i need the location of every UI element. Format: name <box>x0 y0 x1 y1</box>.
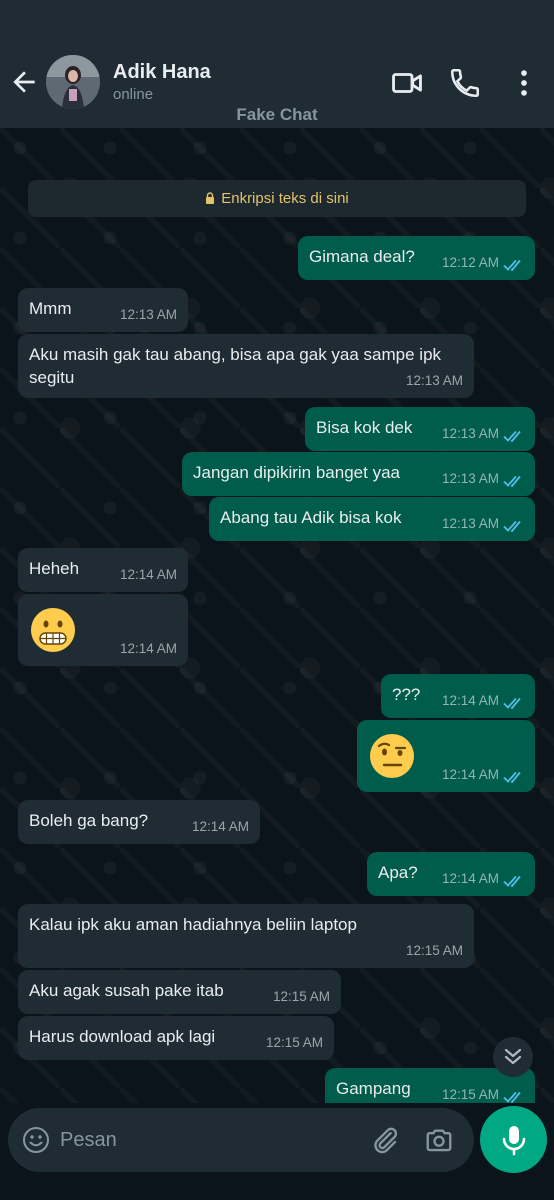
more-options-icon[interactable] <box>507 66 541 100</box>
read-ticks-icon <box>503 875 521 888</box>
message-time: 12:12 AM <box>441 255 499 270</box>
message-bubble-incoming[interactable]: Mmm 12:13 AM <box>18 288 188 332</box>
message-time: 12:14 AM <box>441 767 499 782</box>
message-text: ??? <box>392 685 421 704</box>
read-ticks-icon <box>503 520 521 533</box>
fake-chat-label: Fake Chat <box>236 105 318 124</box>
message-text: Gimana deal? <box>309 247 415 266</box>
contact-name[interactable]: Adik Hana <box>113 61 211 84</box>
raised-eyebrow-face-icon <box>370 734 414 778</box>
status-bar <box>0 0 554 44</box>
message-time: 12:15 AM <box>265 1035 323 1050</box>
message-bubble-outgoing[interactable]: 12:14 AM <box>357 720 535 792</box>
read-ticks-icon <box>503 430 521 443</box>
encryption-text: Enkripsi teks di sini <box>221 190 349 207</box>
message-text: Boleh ga bang? <box>29 811 149 830</box>
mic-icon <box>502 1126 526 1156</box>
camera-icon[interactable] <box>424 1125 454 1155</box>
message-bubble-outgoing[interactable]: Gimana deal? 12:12 AM <box>298 236 535 280</box>
read-ticks-icon <box>503 475 521 488</box>
message-time: 12:14 AM <box>441 871 499 886</box>
chat-header: Adik Hana online Fake Chat <box>0 44 554 128</box>
scroll-to-bottom-button[interactable] <box>493 1037 533 1077</box>
voice-record-button[interactable] <box>480 1106 547 1173</box>
message-bubble-outgoing[interactable]: ??? 12:14 AM <box>381 674 535 718</box>
message-bubble-outgoing[interactable]: Apa? 12:14 AM <box>367 852 535 896</box>
message-text: Harus download apk lagi <box>29 1027 216 1046</box>
message-time: 12:14 AM <box>441 693 499 708</box>
message-text: Apa? <box>378 863 418 882</box>
message-bubble-incoming[interactable]: Aku agak susah pake itab 12:15 AM <box>18 970 341 1014</box>
message-text: Bisa kok dek <box>316 418 413 437</box>
message-time: 12:13 AM <box>119 307 177 322</box>
message-text: Heheh <box>29 559 80 578</box>
message-time: 12:13 AM <box>405 373 463 388</box>
message-text: Kalau ipk aku aman hadiahnya beliin lapt… <box>29 915 357 934</box>
read-ticks-icon <box>503 1091 521 1103</box>
message-composer <box>8 1108 474 1172</box>
grimacing-face-icon <box>31 608 75 652</box>
read-ticks-icon <box>503 697 521 710</box>
message-time: 12:15 AM <box>405 943 463 958</box>
message-text: Abang tau Adik bisa kok <box>220 508 402 527</box>
message-time: 12:14 AM <box>119 567 177 582</box>
emoji-icon[interactable] <box>22 1126 50 1154</box>
attach-icon[interactable] <box>370 1125 400 1155</box>
message-bubble-incoming[interactable]: Heheh 12:14 AM <box>18 548 188 592</box>
message-text: Aku masih gak tau abang, bisa apa gak ya… <box>29 345 442 387</box>
message-time: 12:13 AM <box>441 426 499 441</box>
chat-area[interactable]: Enkripsi teks di sini Gimana deal? 12:12… <box>0 128 554 1103</box>
message-time: 12:14 AM <box>119 641 177 656</box>
contact-status: online <box>113 86 154 103</box>
message-bubble-incoming[interactable]: Boleh ga bang? 12:14 AM <box>18 800 260 844</box>
back-arrow-icon[interactable] <box>8 66 40 98</box>
read-ticks-icon <box>503 771 521 784</box>
message-text: Jangan dipikirin banget yaa <box>193 463 400 482</box>
message-time: 12:14 AM <box>191 819 249 834</box>
message-text: Mmm <box>29 299 72 318</box>
message-time: 12:13 AM <box>441 471 499 486</box>
message-bubble-incoming[interactable]: Aku masih gak tau abang, bisa apa gak ya… <box>18 334 474 398</box>
message-bubble-outgoing[interactable]: Jangan dipikirin banget yaa 12:13 AM <box>182 452 535 496</box>
message-bubble-incoming[interactable]: Kalau ipk aku aman hadiahnya beliin lapt… <box>18 904 474 968</box>
message-text: Aku agak susah pake itab <box>29 981 224 1000</box>
system-nav-bar <box>0 1180 554 1200</box>
video-call-icon[interactable] <box>390 66 424 100</box>
message-time: 12:13 AM <box>441 516 499 531</box>
encryption-notice[interactable]: Enkripsi teks di sini <box>28 180 526 217</box>
message-bubble-outgoing[interactable]: Abang tau Adik bisa kok 12:13 AM <box>209 497 535 541</box>
message-text: Gampang <box>336 1079 411 1098</box>
read-ticks-icon <box>503 259 521 272</box>
double-chevron-down-icon <box>504 1048 522 1065</box>
message-bubble-incoming[interactable]: Harus download apk lagi 12:15 AM <box>18 1016 334 1060</box>
lock-icon <box>206 192 215 204</box>
message-bubble-outgoing[interactable]: Bisa kok dek 12:13 AM <box>305 407 535 451</box>
message-time: 12:15 AM <box>272 989 330 1004</box>
message-bubble-incoming[interactable]: 12:14 AM <box>18 594 188 666</box>
message-time: 12:15 AM <box>441 1087 499 1102</box>
message-input[interactable] <box>60 1122 360 1158</box>
avatar[interactable] <box>46 55 100 109</box>
voice-call-icon[interactable] <box>448 66 482 100</box>
